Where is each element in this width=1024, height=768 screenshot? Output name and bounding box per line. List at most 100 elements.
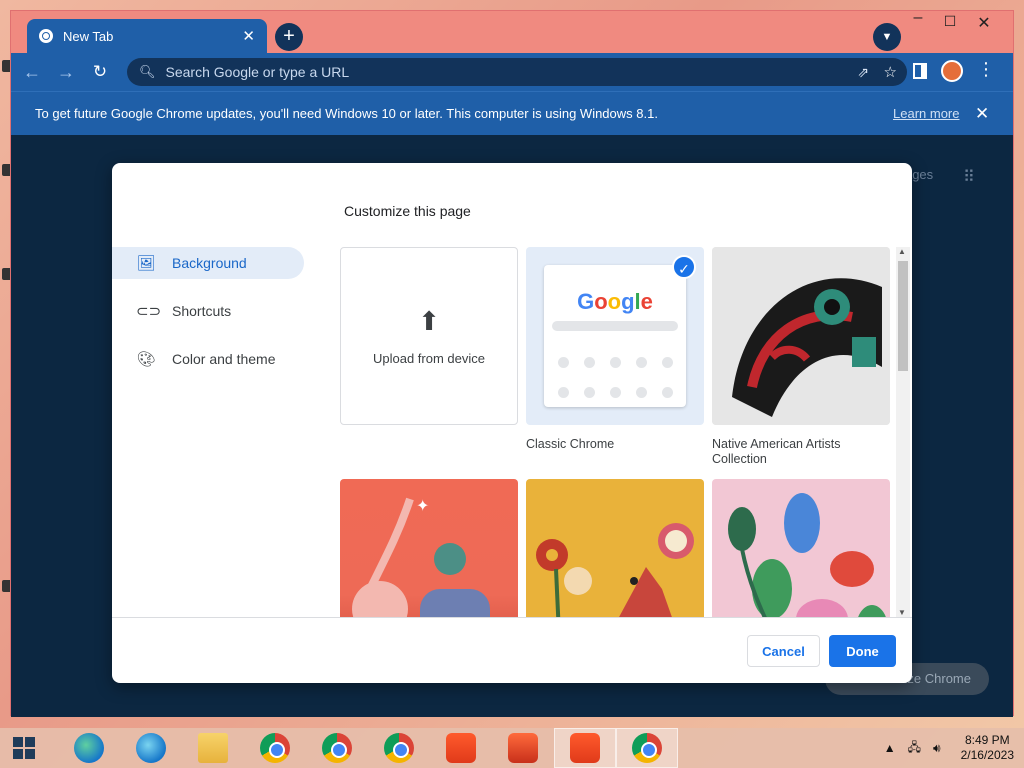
reload-icon[interactable]: ↻: [87, 62, 113, 82]
cancel-button[interactable]: Cancel: [747, 635, 820, 667]
link-icon: ⊂⊃: [136, 303, 162, 320]
marigold-art-image: [536, 523, 694, 617]
tab-title: New Tab: [63, 28, 114, 44]
clock-time: 8:49 PM: [964, 733, 1010, 747]
brave-nightly-icon: [570, 733, 600, 763]
scroll-down-arrow-icon[interactable]: ▼: [898, 608, 906, 617]
grid-scrollbar[interactable]: ▲ ▼: [896, 247, 910, 617]
side-panel-icon[interactable]: [913, 63, 927, 79]
menu-item-label: Background: [172, 255, 247, 271]
system-tray: ▲ 🖧︎ 🔊︎ 8:49 PM 2/16/2023: [878, 728, 1024, 768]
tile-background-marigold[interactable]: [526, 479, 704, 617]
menu-item-label: Color and theme: [172, 351, 276, 367]
share-icon[interactable]: ⇗: [857, 64, 869, 81]
taskbar-chrome-canary[interactable]: [616, 728, 678, 768]
menu-item-label: Shortcuts: [172, 303, 232, 319]
sunset-art-image: ✦: [352, 496, 490, 617]
volume-icon[interactable]: 🔊︎: [933, 741, 941, 756]
native-artists-thumb[interactable]: [712, 247, 890, 425]
preview-shortcut-dot: [636, 387, 647, 398]
preview-shortcut-dot: [584, 387, 595, 398]
preview-shortcut-dot: [662, 387, 673, 398]
close-tab-icon[interactable]: ✕: [242, 27, 255, 45]
chrome-favicon-icon: [39, 29, 53, 43]
kebab-menu-icon[interactable]: ⋮: [977, 59, 995, 80]
taskbar-brave[interactable]: [430, 728, 492, 768]
preview-shortcut-dot: [584, 357, 595, 368]
brave-icon: [446, 733, 476, 763]
sunset-thumb[interactable]: ✦: [340, 479, 518, 617]
infobar-message: To get future Google Chrome updates, you…: [35, 106, 658, 121]
maximize-button[interactable]: ☐: [935, 13, 965, 30]
chrome-dev-icon: [384, 733, 414, 763]
preview-shortcut-dot: [636, 357, 647, 368]
upload-icon: ⬆: [418, 306, 440, 336]
customize-dialog: Customize this page 🖼︎ Background ⊂⊃ Sho…: [112, 163, 912, 683]
native-art-image: [712, 247, 890, 425]
tile-upload-from-device[interactable]: ⬆ Upload from device: [340, 247, 518, 425]
taskbar-brave-nightly[interactable]: [554, 728, 616, 768]
marigold-thumb[interactable]: [526, 479, 704, 617]
menu-item-background[interactable]: 🖼︎ Background: [112, 247, 304, 279]
taskbar-edge[interactable]: [58, 728, 120, 768]
back-arrow-icon[interactable]: ←: [19, 62, 45, 83]
network-icon[interactable]: 🖧︎: [908, 738, 921, 759]
tile-caption: Native American Artists Collection: [712, 437, 841, 466]
scrollbar-thumb[interactable]: [898, 261, 908, 371]
tile-background-sunset[interactable]: ✦: [340, 479, 518, 617]
taskbar-chrome-beta[interactable]: [306, 728, 368, 768]
address-bar-placeholder: Search Google or type a URL: [165, 64, 350, 80]
classic-chrome-thumb[interactable]: Google ✓: [526, 247, 704, 425]
address-bar[interactable]: 🔍︎ Search Google or type a URL ⇗ ☆: [127, 58, 907, 86]
taskbar-chrome[interactable]: [244, 728, 306, 768]
taskbar-edge-beta[interactable]: [120, 728, 182, 768]
taskbar-file-explorer[interactable]: [182, 728, 244, 768]
learn-more-link[interactable]: Learn more: [893, 106, 959, 121]
garden-thumb[interactable]: [712, 479, 890, 617]
show-hidden-icons-icon[interactable]: ▲: [884, 741, 896, 755]
clock-date: 2/16/2023: [960, 748, 1014, 762]
apps-grid-icon[interactable]: ⠿: [963, 167, 975, 187]
selected-check-icon: ✓: [672, 255, 696, 279]
menu-item-color-theme[interactable]: 🎨︎ Color and theme: [112, 343, 304, 375]
tile-caption: Classic Chrome: [526, 437, 615, 451]
edge-icon: [74, 733, 104, 763]
dialog-footer: Cancel Done: [112, 617, 912, 683]
new-tab-button[interactable]: +: [275, 23, 303, 51]
close-infobar-icon[interactable]: ✕: [975, 104, 989, 124]
done-button[interactable]: Done: [829, 635, 896, 667]
upload-label: Upload from device: [373, 351, 485, 366]
chrome-beta-icon: [322, 733, 352, 763]
svg-text:✦: ✦: [416, 496, 429, 515]
edge-beta-icon: [136, 733, 166, 763]
close-window-button[interactable]: ✕: [969, 13, 999, 33]
tile-native-american-artists[interactable]: Native American Artists Collection: [712, 247, 890, 467]
forward-arrow-icon[interactable]: →: [53, 62, 79, 83]
google-logo: Google: [577, 289, 653, 314]
chrome-canary-icon: [632, 733, 662, 763]
upload-thumb[interactable]: ⬆ Upload from device: [340, 247, 518, 425]
title-bar: New Tab ✕ + ▼ ‒ ☐ ✕: [11, 9, 1013, 53]
scroll-up-arrow-icon[interactable]: ▲: [898, 247, 906, 256]
tab-new-tab[interactable]: New Tab ✕: [27, 19, 267, 53]
chrome-icon: [260, 733, 290, 763]
search-icon: 🔍︎: [139, 64, 156, 79]
start-button[interactable]: [0, 728, 48, 768]
windows-taskbar: ▲ 🖧︎ 🔊︎ 8:49 PM 2/16/2023: [0, 728, 1024, 768]
tile-background-garden[interactable]: [712, 479, 890, 617]
tab-search-chevron-icon[interactable]: ▼: [873, 23, 901, 51]
clock[interactable]: 8:49 PM 2/16/2023: [961, 733, 1014, 763]
preview-shortcut-dot: [662, 357, 673, 368]
update-infobar: To get future Google Chrome updates, you…: [11, 91, 1013, 135]
palette-icon: 🎨︎: [136, 351, 156, 368]
menu-item-shortcuts[interactable]: ⊂⊃ Shortcuts: [112, 295, 304, 327]
preview-search-bar: [552, 321, 678, 331]
taskbar-brave-beta[interactable]: [492, 728, 554, 768]
taskbar-chrome-dev[interactable]: [368, 728, 430, 768]
brave-beta-icon: [508, 733, 538, 763]
tile-classic-chrome[interactable]: Google ✓ Classic Chrome: [526, 247, 704, 452]
profile-avatar[interactable]: [941, 60, 963, 82]
minimize-button[interactable]: ‒: [903, 9, 933, 27]
dialog-title: Customize this page: [344, 203, 471, 219]
bookmark-star-icon[interactable]: ☆: [884, 63, 897, 81]
